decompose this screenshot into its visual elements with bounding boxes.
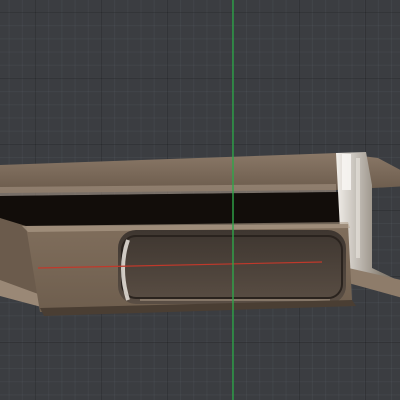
model-scene[interactable] — [0, 0, 400, 400]
slot-cutout[interactable] — [118, 230, 346, 304]
inner-back-wall — [0, 192, 348, 228]
right-bend-highlight — [342, 154, 351, 190]
right-bend-highlight-2 — [356, 158, 360, 258]
cad-3d-viewport[interactable] — [0, 0, 400, 400]
